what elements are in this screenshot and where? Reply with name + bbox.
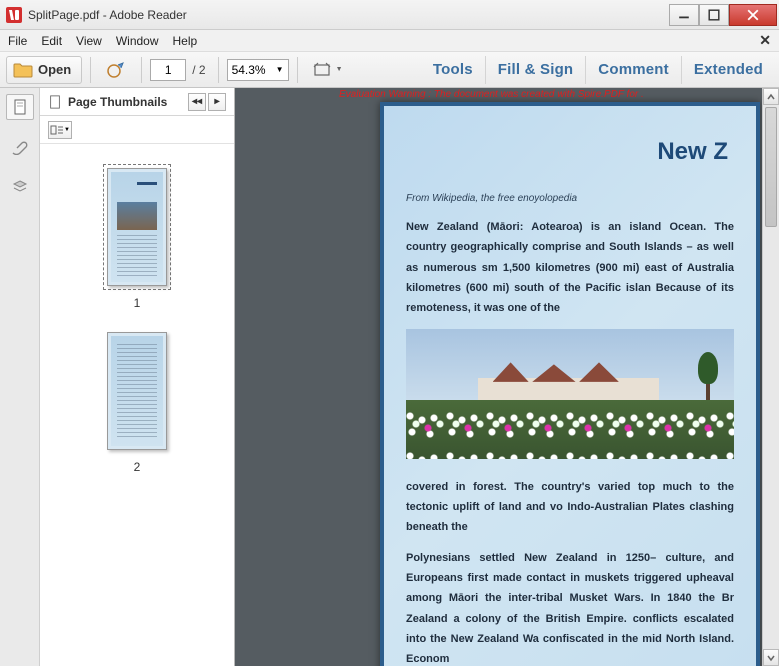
zoom-value: 54.3%	[232, 63, 266, 77]
thumbnails-list: 1 2	[40, 144, 234, 666]
document-page: New Z From Wikipedia, the free enoyolope…	[380, 102, 760, 666]
chevron-down-icon	[767, 654, 775, 662]
maximize-button[interactable]	[699, 4, 729, 26]
divider	[218, 57, 219, 83]
doc-subtitle: From Wikipedia, the free enoyolopedia	[406, 190, 734, 209]
scroll-thumb[interactable]	[765, 107, 777, 227]
thumbnails-rail-button[interactable]	[6, 94, 34, 120]
next-page-button[interactable]: ▸	[208, 93, 226, 111]
thumb-label: 2	[134, 460, 141, 474]
close-button[interactable]	[729, 4, 777, 26]
chevron-up-icon	[767, 93, 775, 101]
export-icon	[106, 61, 126, 79]
menu-file[interactable]: File	[8, 34, 27, 48]
paperclip-icon	[12, 139, 28, 155]
prev-page-button[interactable]: ◂◂	[188, 93, 206, 111]
open-label: Open	[38, 62, 71, 77]
comment-link[interactable]: Comment	[588, 61, 679, 78]
doc-paragraph-2: covered in forest. The country's varied …	[406, 477, 734, 538]
fillsign-link[interactable]: Fill & Sign	[488, 61, 584, 78]
extended-link[interactable]: Extended	[684, 61, 773, 78]
panel-title: Page Thumbnails	[68, 95, 167, 109]
document-viewer[interactable]: Evaluation Warning : The document was cr…	[235, 88, 762, 666]
doc-title: New Z	[406, 130, 734, 174]
menu-view[interactable]: View	[76, 34, 102, 48]
page-number-input[interactable]	[150, 59, 186, 81]
doc-paragraph-3: Polynesians settled New Zealand in 1250–…	[406, 548, 734, 666]
left-rail	[0, 88, 40, 666]
zoom-dropdown[interactable]: 54.3% ▼	[227, 59, 289, 81]
menu-edit[interactable]: Edit	[41, 34, 62, 48]
chevron-down-icon: ▼	[276, 65, 284, 74]
menubar-close-icon[interactable]: ✕	[759, 32, 771, 49]
window-buttons	[669, 4, 777, 26]
evaluation-warning: Evaluation Warning : The document was cr…	[335, 88, 762, 101]
folder-icon	[13, 62, 33, 78]
layers-rail-button[interactable]	[6, 174, 34, 200]
scroll-track[interactable]	[763, 105, 779, 649]
vertical-scrollbar[interactable]	[762, 88, 779, 666]
menu-help[interactable]: Help	[173, 34, 198, 48]
attachments-rail-button[interactable]	[6, 134, 34, 160]
chevron-down-icon: ▼	[336, 66, 343, 73]
page-icon	[12, 99, 28, 115]
menu-window[interactable]: Window	[116, 34, 159, 48]
layers-icon	[12, 179, 28, 195]
thumbnails-toolbar: ▼	[40, 116, 234, 144]
window-title: SplitPage.pdf - Adobe Reader	[28, 8, 669, 22]
page-icon	[48, 95, 62, 109]
options-icon	[50, 125, 64, 135]
scroll-up-button[interactable]	[763, 88, 779, 105]
menubar: File Edit View Window Help ✕	[0, 30, 779, 52]
export-button[interactable]	[99, 56, 133, 84]
thumb-options-button[interactable]: ▼	[48, 121, 72, 139]
doc-image	[406, 329, 734, 459]
read-mode-button[interactable]: ▼	[306, 56, 350, 84]
thumb-label: 1	[134, 296, 141, 310]
divider	[297, 57, 298, 83]
thumbnail-page-1[interactable]: 1	[103, 164, 171, 310]
app-icon	[6, 7, 22, 23]
titlebar: SplitPage.pdf - Adobe Reader	[0, 0, 779, 30]
toolbar: Open / 2 54.3% ▼ ▼ Tools Fill & Sign Com…	[0, 52, 779, 88]
doc-paragraph-1: New Zealand (Māori: Aotearoa) is an isla…	[406, 217, 734, 319]
thumbnails-header: Page Thumbnails ◂◂ ▸	[40, 88, 234, 116]
divider	[141, 57, 142, 83]
scroll-down-button[interactable]	[763, 649, 779, 666]
open-button[interactable]: Open	[6, 56, 82, 84]
minimize-button[interactable]	[669, 4, 699, 26]
readmode-icon	[313, 62, 331, 78]
content-area: Page Thumbnails ◂◂ ▸ ▼ 1 2 Eval	[0, 88, 779, 666]
thumbnails-panel: Page Thumbnails ◂◂ ▸ ▼ 1 2	[40, 88, 235, 666]
divider	[90, 57, 91, 83]
page-total: / 2	[188, 63, 209, 77]
tools-link[interactable]: Tools	[423, 61, 483, 78]
thumbnail-page-2[interactable]: 2	[103, 328, 171, 474]
